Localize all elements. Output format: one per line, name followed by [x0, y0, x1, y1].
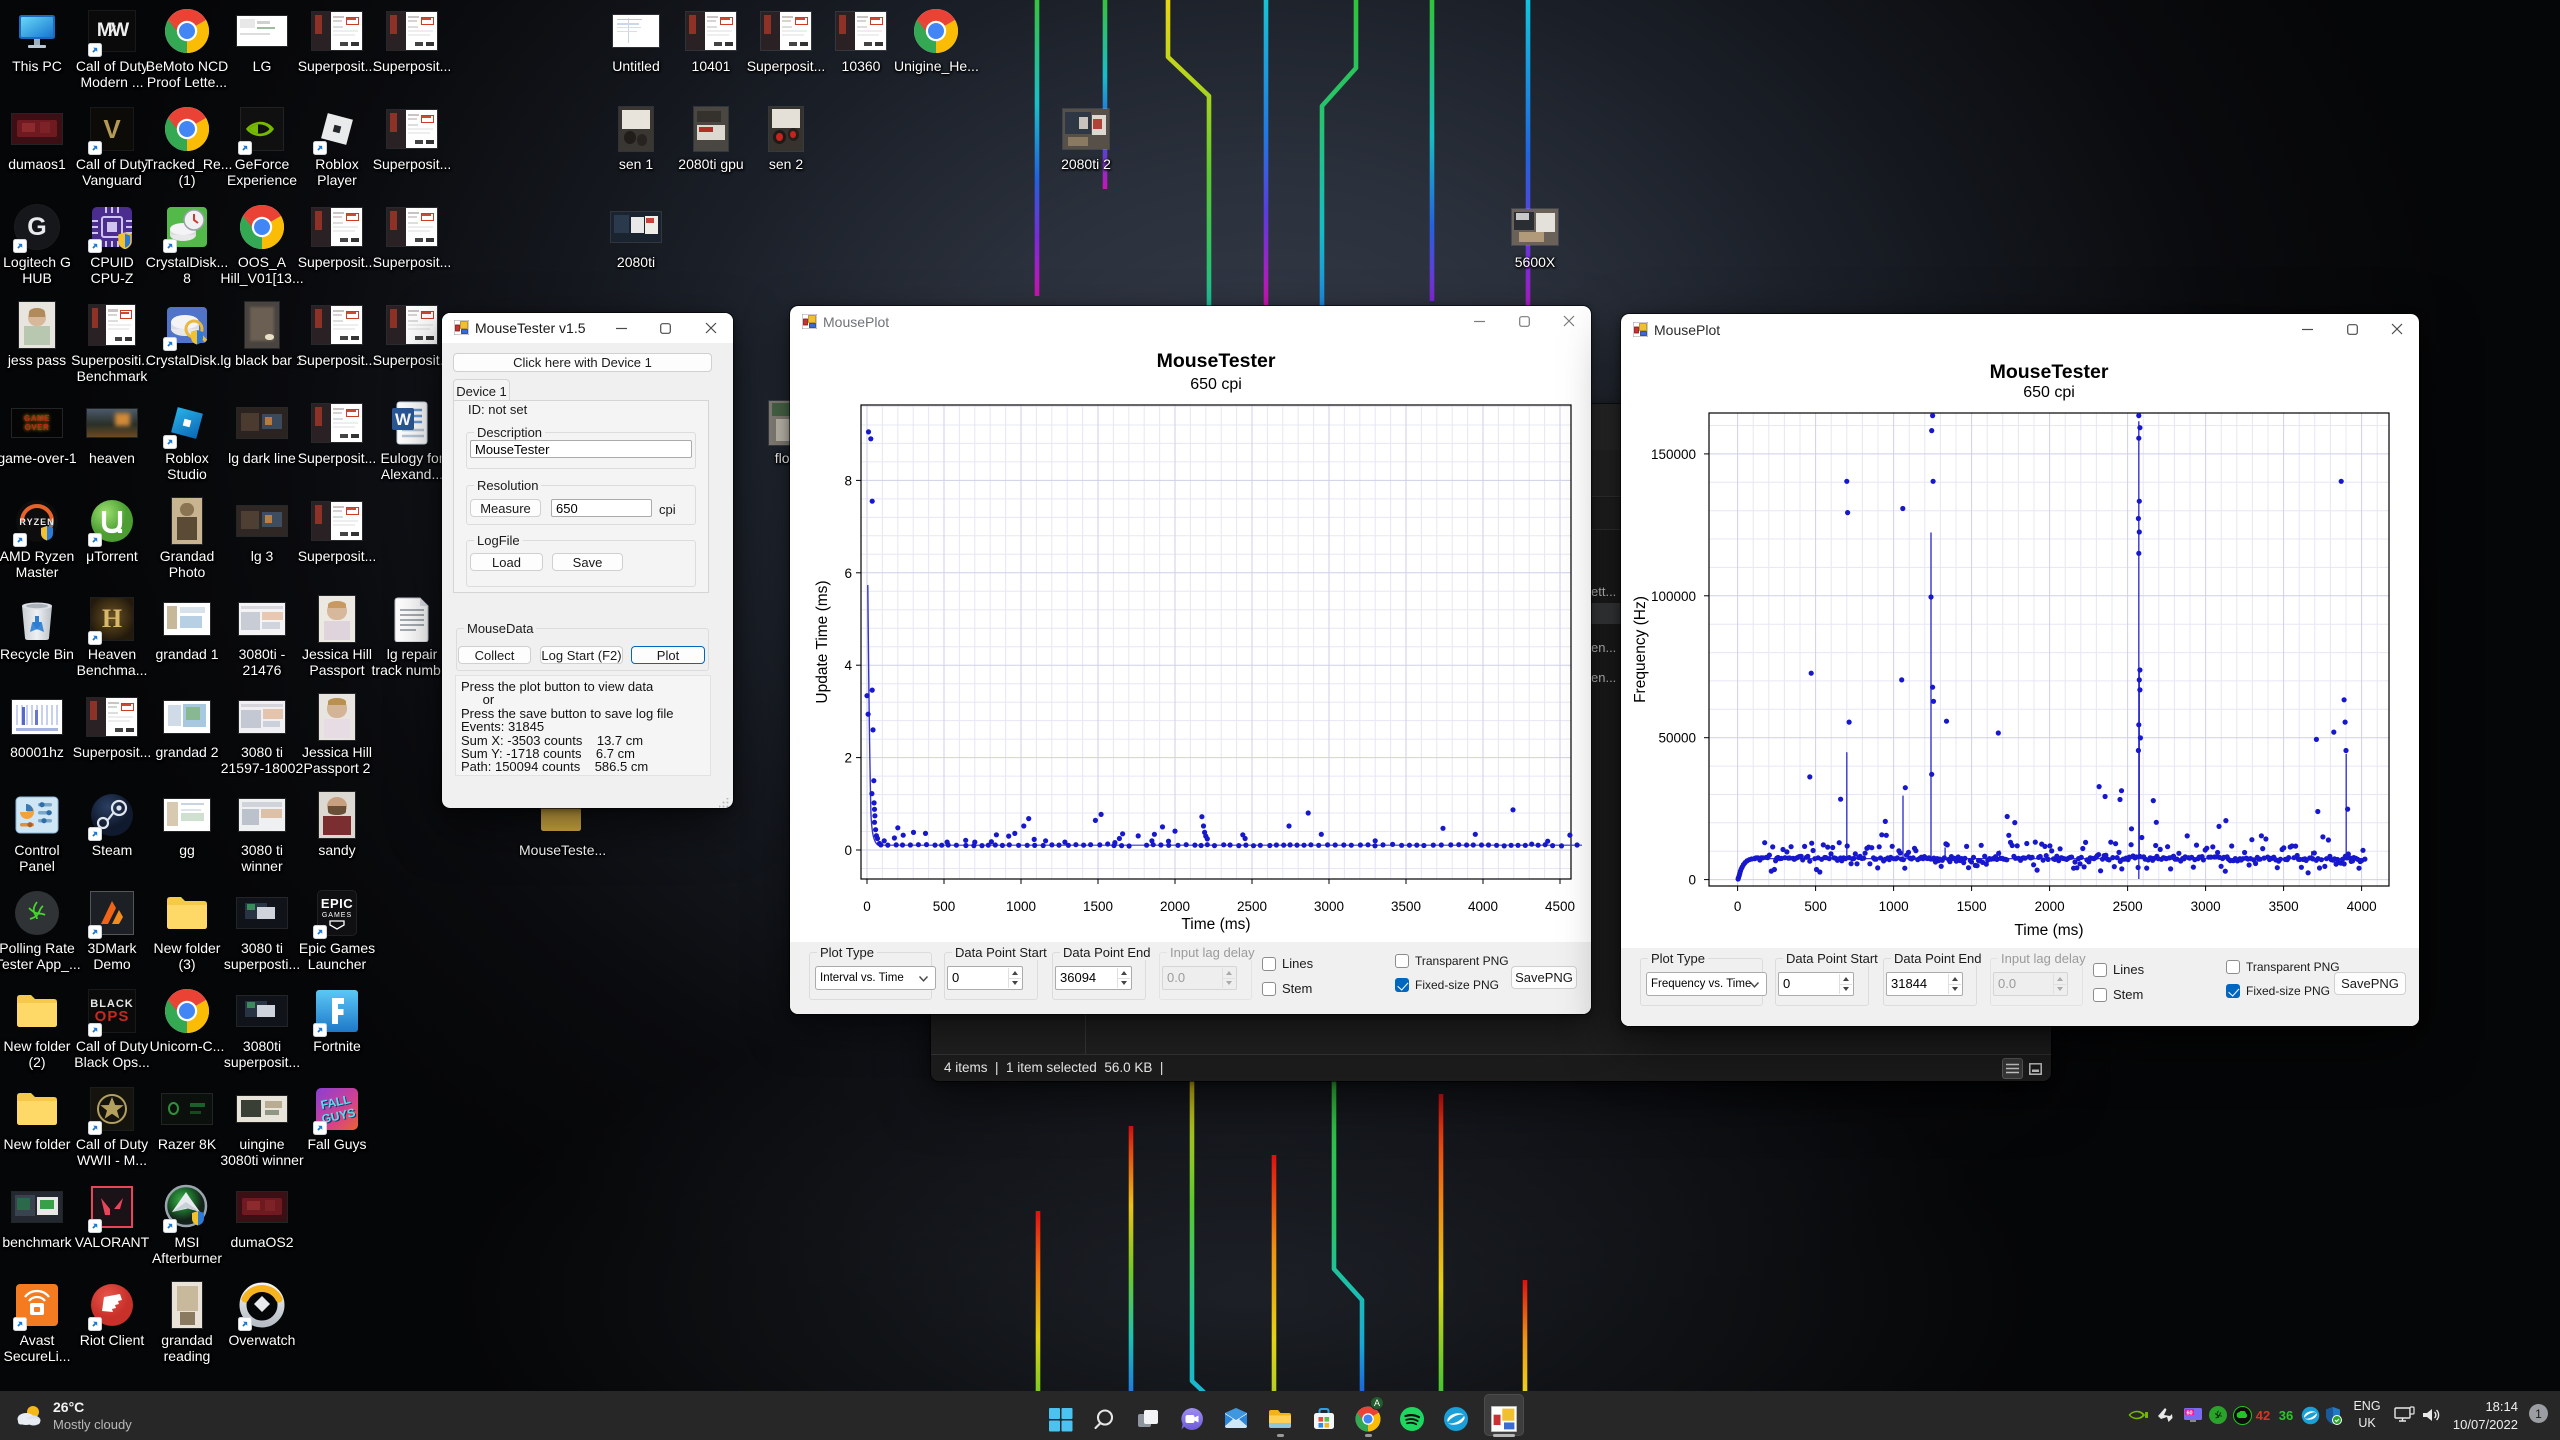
svg-text:6: 6 — [844, 566, 852, 581]
svg-text:8: 8 — [844, 473, 852, 488]
svg-text:0: 0 — [844, 843, 852, 858]
svg-text:0: 0 — [1688, 873, 1696, 888]
svg-text:W: W — [395, 410, 412, 429]
svg-text:4500: 4500 — [1545, 899, 1575, 914]
svg-text:3000: 3000 — [1314, 899, 1344, 914]
svg-text:4000: 4000 — [1468, 899, 1498, 914]
svg-text:1500: 1500 — [1957, 899, 1987, 914]
svg-text:2: 2 — [844, 751, 852, 766]
svg-text:650 cpi: 650 cpi — [2023, 384, 2075, 401]
svg-text:RYZEN: RYZEN — [19, 517, 54, 527]
svg-text:100000: 100000 — [1651, 589, 1696, 604]
svg-text:650 cpi: 650 cpi — [1190, 376, 1242, 393]
svg-text:2000: 2000 — [2035, 899, 2065, 914]
svg-text:Time (ms): Time (ms) — [1181, 916, 1250, 933]
svg-text:2000: 2000 — [1160, 899, 1190, 914]
svg-text:500: 500 — [933, 899, 956, 914]
svg-text:3500: 3500 — [2269, 899, 2299, 914]
svg-text:150000: 150000 — [1651, 447, 1696, 462]
svg-text:0: 0 — [863, 899, 871, 914]
svg-text:3500: 3500 — [1391, 899, 1421, 914]
svg-text:1500: 1500 — [1083, 899, 1113, 914]
svg-text:MouseTester: MouseTester — [1157, 350, 1276, 372]
svg-text:2500: 2500 — [2113, 899, 2143, 914]
svg-text:Update Time (ms): Update Time (ms) — [814, 580, 831, 703]
svg-text:50000: 50000 — [1658, 731, 1696, 746]
svg-text:3000: 3000 — [2191, 899, 2221, 914]
svg-text:4000: 4000 — [2347, 899, 2377, 914]
svg-text:1000: 1000 — [1006, 899, 1036, 914]
svg-text:Frequency (Hz): Frequency (Hz) — [1632, 596, 1649, 703]
svg-text:0: 0 — [1734, 899, 1742, 914]
svg-text:4: 4 — [844, 658, 852, 673]
svg-text:2500: 2500 — [1237, 899, 1267, 914]
svg-text:MouseTester: MouseTester — [1990, 361, 2109, 383]
svg-text:500: 500 — [1804, 899, 1827, 914]
svg-text:60: 60 — [2186, 1410, 2192, 1416]
svg-text:Time (ms): Time (ms) — [2014, 922, 2083, 939]
svg-text:1000: 1000 — [1879, 899, 1909, 914]
